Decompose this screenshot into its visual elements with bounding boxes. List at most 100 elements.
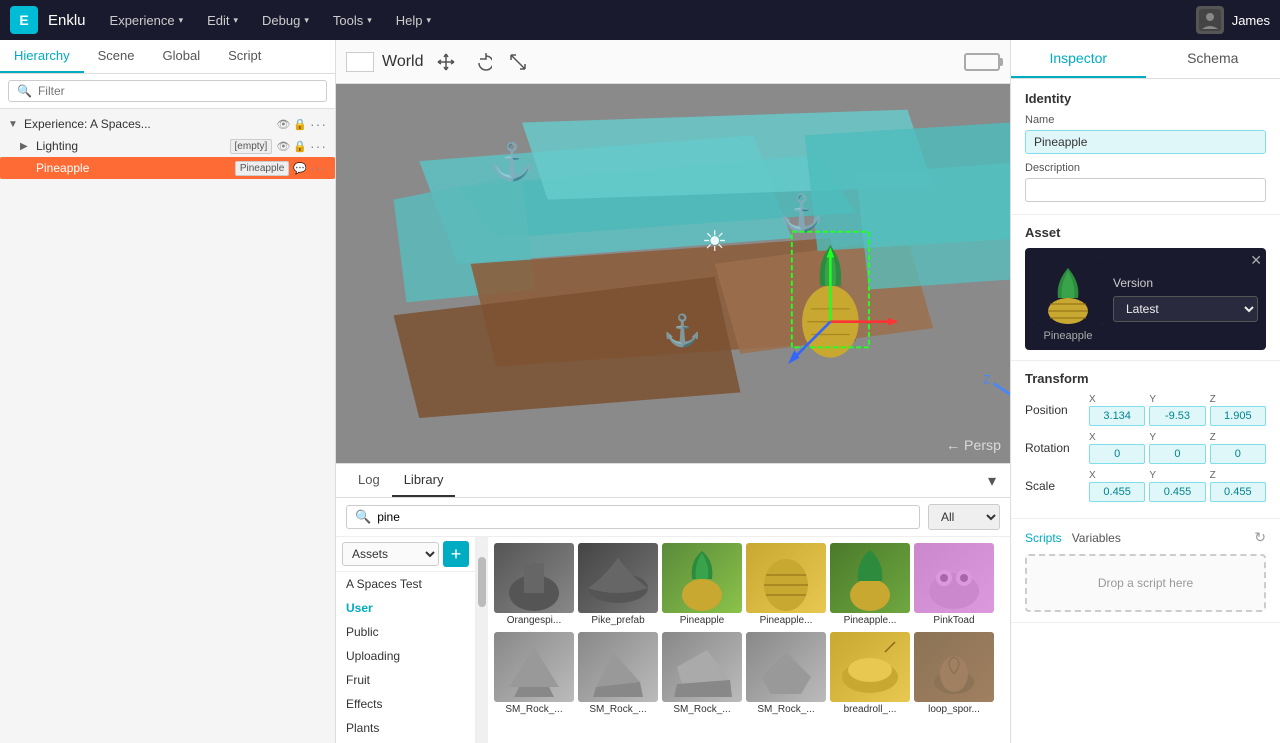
svg-text:⚓: ⚓ (490, 141, 535, 182)
asset-name-pineapple: Pineapple (662, 613, 742, 628)
description-label: Description (1025, 162, 1266, 174)
library-filter-select[interactable]: All 3D Script Image (928, 504, 1000, 530)
library-grid: Orangespi... Pike_prefab (494, 543, 1004, 717)
pineapple-dots-icon[interactable]: ··· (310, 160, 327, 176)
svg-text:Z: Z (983, 374, 990, 386)
asset-name-rock3: SM_Rock_... (662, 702, 742, 717)
svg-text:⚓: ⚓ (779, 192, 824, 233)
asset-version-area: Version Latest v1 v2 (1113, 276, 1258, 322)
experience-arrow-icon: ▾ (179, 15, 184, 26)
asset-preview-label: Pineapple (1044, 330, 1093, 342)
scale-y-input[interactable] (1149, 482, 1205, 502)
dots-icon[interactable]: ··· (310, 116, 327, 132)
scripts-section: Scripts Variables ↻ Drop a script here (1011, 519, 1280, 623)
viewport-canvas[interactable]: ⚓ ⚓ ⚓ ☀ (336, 84, 1010, 463)
asset-rock3[interactable]: SM_Rock_... (662, 632, 742, 717)
position-z-input[interactable] (1210, 406, 1266, 426)
lib-item-plants[interactable]: Plants (336, 716, 475, 740)
asset-orangespike[interactable]: Orangespi... (494, 543, 574, 628)
tab-hierarchy[interactable]: Hierarchy (0, 40, 84, 73)
asset-rock1[interactable]: SM_Rock_... (494, 632, 574, 717)
rotation-z-input[interactable] (1210, 444, 1266, 464)
tab-inspector[interactable]: Inspector (1011, 40, 1146, 78)
tree-pineapple[interactable]: Pineapple Pineapple 💬 ··· (0, 157, 335, 179)
expand-panel-btn[interactable]: ▾ (984, 467, 1000, 495)
sidebar-scrollbar[interactable] (476, 537, 488, 743)
viewport-area: World (336, 40, 1010, 743)
lib-item-public[interactable]: Public (336, 620, 475, 644)
scale-tool-btn[interactable] (504, 48, 532, 76)
menu-debug[interactable]: Debug ▾ (252, 9, 319, 32)
library-search-input[interactable] (377, 510, 911, 524)
library-controls: 🔍 All 3D Script Image (336, 498, 1010, 537)
position-y-input[interactable] (1149, 406, 1205, 426)
menu-experience[interactable]: Experience ▾ (100, 9, 194, 32)
position-x-input[interactable] (1089, 406, 1145, 426)
asset-breadroll[interactable]: breadroll_... (830, 632, 910, 717)
viewport-title: World (382, 53, 424, 71)
lib-item-aspaces[interactable]: A Spaces Test (336, 572, 475, 596)
lib-item-uploading[interactable]: Uploading (336, 644, 475, 668)
library-grid-wrap: Orangespi... Pike_prefab (488, 537, 1010, 743)
viewport-title-box: World (346, 52, 424, 72)
pineapple-chat-icon: 💬 (293, 162, 307, 175)
tab-variables[interactable]: Variables (1072, 531, 1121, 545)
lighting-dots-icon[interactable]: ··· (310, 138, 327, 154)
rotation-label: Rotation (1025, 441, 1083, 455)
menu-edit[interactable]: Edit ▾ (197, 9, 248, 32)
script-drop-zone[interactable]: Drop a script here (1025, 554, 1266, 612)
rotation-row: Rotation X Y Z (1025, 432, 1266, 464)
menu-tools[interactable]: Tools ▾ (323, 9, 382, 32)
name-input[interactable] (1025, 130, 1266, 154)
scale-z-input[interactable] (1210, 482, 1266, 502)
tab-library[interactable]: Library (392, 464, 456, 497)
asset-pineapple-body[interactable]: Pineapple... (746, 543, 826, 628)
tab-script[interactable]: Script (214, 40, 275, 73)
rotation-x-input[interactable] (1089, 444, 1145, 464)
scale-x-input[interactable] (1089, 482, 1145, 502)
lib-add-btn[interactable]: + (443, 541, 469, 567)
version-select[interactable]: Latest v1 v2 (1113, 296, 1258, 322)
asset-rock2[interactable]: SM_Rock_... (578, 632, 658, 717)
position-y-axis: Y (1149, 394, 1205, 405)
name-label: Name (1025, 114, 1266, 126)
tree-root[interactable]: ▼ Experience: A Spaces... 👁 🔒 ··· (0, 113, 335, 135)
description-input[interactable] (1025, 178, 1266, 202)
asset-spore[interactable]: loop_spor... (914, 632, 994, 717)
menu-help[interactable]: Help ▾ (386, 9, 441, 32)
tab-log[interactable]: Log (346, 464, 392, 497)
asset-pineapple2[interactable]: Pineapple... (830, 543, 910, 628)
tab-scripts[interactable]: Scripts (1025, 531, 1062, 545)
lighting-collapse-icon: ▶ (20, 141, 32, 152)
rotation-xyz: X Y Z (1089, 432, 1266, 464)
asset-rock4[interactable]: SM_Rock_... (746, 632, 826, 717)
bottom-tabs: Log Library ▾ (336, 464, 1010, 498)
tab-global[interactable]: Global (149, 40, 215, 73)
filter-input[interactable] (38, 84, 318, 98)
tab-scene[interactable]: Scene (84, 40, 149, 73)
lib-item-user[interactable]: User (336, 596, 475, 620)
tree-lighting[interactable]: ▶ Lighting [empty] 👁 🔒 ··· (0, 135, 335, 157)
position-z-axis: Z (1210, 394, 1266, 405)
lib-item-fruit[interactable]: Fruit (336, 668, 475, 692)
lighting-icons: 👁 🔒 ··· (276, 138, 327, 154)
lib-item-effects[interactable]: Effects (336, 692, 475, 716)
asset-pinktoad[interactable]: PinkToad (914, 543, 994, 628)
asset-name-spore: loop_spor... (914, 702, 994, 717)
asset-pineapple[interactable]: Pineapple (662, 543, 742, 628)
viewport-color-swatch[interactable] (346, 52, 374, 72)
user-name: James (1232, 13, 1270, 28)
rotate-tool-btn[interactable] (468, 48, 496, 76)
asset-pike[interactable]: Pike_prefab (578, 543, 658, 628)
asset-preview-image (1033, 256, 1103, 326)
asset-close-btn[interactable]: ✕ (1250, 252, 1262, 269)
rotation-x-axis: X (1089, 432, 1145, 443)
asset-preview-box: Pineapple Version Latest v1 v2 ✕ (1025, 248, 1266, 350)
svg-text:⚓: ⚓ (663, 313, 701, 348)
transform-title: Transform (1025, 371, 1266, 386)
move-tool-btn[interactable] (432, 48, 460, 76)
scripts-refresh-icon[interactable]: ↻ (1254, 529, 1266, 546)
tab-schema[interactable]: Schema (1146, 40, 1280, 78)
lib-category-select[interactable]: Assets (342, 542, 439, 566)
rotation-y-input[interactable] (1149, 444, 1205, 464)
